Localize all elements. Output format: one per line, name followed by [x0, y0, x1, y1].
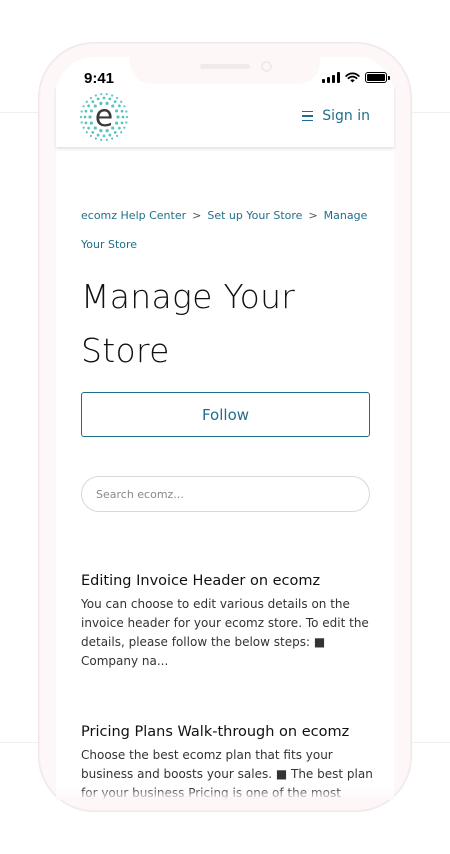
logo-dot — [89, 121, 93, 125]
logo-dot — [113, 100, 117, 104]
logo-dot — [115, 109, 119, 113]
logo-dot — [121, 115, 125, 119]
speaker-grille — [200, 64, 250, 69]
logo-dot — [108, 133, 112, 137]
breadcrumb-separator: > — [192, 209, 202, 222]
logo-dot — [102, 134, 106, 138]
logo-dot — [117, 126, 121, 130]
page-title-line: Manage Your — [81, 277, 296, 316]
logo-dot — [123, 105, 126, 108]
logo-dot — [88, 115, 92, 119]
logo-dot — [84, 109, 88, 113]
logo-dot — [87, 126, 91, 130]
article-title-link[interactable]: Pricing Plans Walk-through on ecomz — [81, 722, 373, 742]
logo-dot — [115, 134, 119, 138]
page-title-line: Store — [81, 331, 170, 370]
follow-button[interactable]: Follow — [81, 392, 370, 437]
site-header: e Sign in — [56, 86, 394, 147]
search-input[interactable] — [81, 476, 370, 512]
logo-dot — [111, 94, 114, 97]
logo-dot — [117, 104, 121, 108]
logo-dot — [82, 126, 85, 129]
logo-dot — [94, 94, 97, 97]
logo-dot — [84, 121, 88, 125]
svg-text:e: e — [95, 99, 113, 134]
logo-dot — [120, 100, 123, 103]
sign-in-label: Sign in — [322, 108, 370, 124]
logo-dot — [89, 109, 93, 113]
logo-dot — [89, 96, 93, 100]
logo-dot — [120, 109, 124, 113]
scroll-fade — [56, 788, 394, 800]
logo-dot — [82, 105, 85, 108]
page-title: Manage Your Store — [81, 270, 381, 378]
wifi-icon — [345, 72, 360, 83]
front-camera — [261, 61, 272, 72]
breadcrumb-item-setup-store[interactable]: Set up Your Store — [207, 209, 302, 222]
logo-dot — [105, 138, 108, 141]
logo-dot — [100, 93, 103, 96]
logo-dot — [115, 121, 119, 125]
hamburger-icon — [302, 110, 314, 122]
logo-dot — [113, 130, 117, 134]
logo-dot — [100, 138, 103, 141]
breadcrumb-item-help-center[interactable]: ecomz Help Center — [81, 209, 186, 222]
logo-dot — [105, 93, 108, 96]
article-snippet: You can choose to edit various details o… — [81, 597, 369, 668]
logo-dot — [120, 131, 123, 134]
logo-dot — [125, 115, 128, 119]
article-title-link[interactable]: Editing Invoice Header on ecomz — [81, 571, 373, 591]
logo-dot — [123, 126, 126, 129]
logo-dot — [80, 121, 83, 124]
article-item: Editing Invoice Header on ecomz You can … — [81, 571, 373, 671]
logo-dot — [89, 134, 93, 138]
battery-icon — [365, 72, 390, 83]
logo-dot — [80, 115, 83, 119]
logo-dot — [125, 110, 128, 113]
logo-dot — [96, 133, 100, 137]
status-time: 9:41 — [84, 70, 115, 87]
breadcrumb-separator: > — [308, 209, 318, 222]
logo-dot — [85, 131, 88, 134]
logo-dot — [87, 104, 91, 108]
signal-icon — [322, 72, 340, 83]
logo-dot — [94, 137, 97, 140]
breadcrumb: ecomz Help Center > Set up Your Store > Mana… — [81, 201, 371, 259]
logo-dot — [85, 100, 88, 103]
logo-dot — [115, 96, 119, 100]
ecomz-logo[interactable]: e — [80, 93, 128, 141]
status-icons — [322, 72, 390, 83]
logo-dot — [83, 115, 87, 119]
logo-dot — [80, 110, 83, 113]
logo-dot — [120, 121, 124, 125]
menu-sign-in-button[interactable]: Sign in — [302, 108, 370, 124]
logo-dot — [125, 121, 128, 124]
logo-dot — [116, 115, 120, 119]
logo-dot — [111, 137, 114, 140]
